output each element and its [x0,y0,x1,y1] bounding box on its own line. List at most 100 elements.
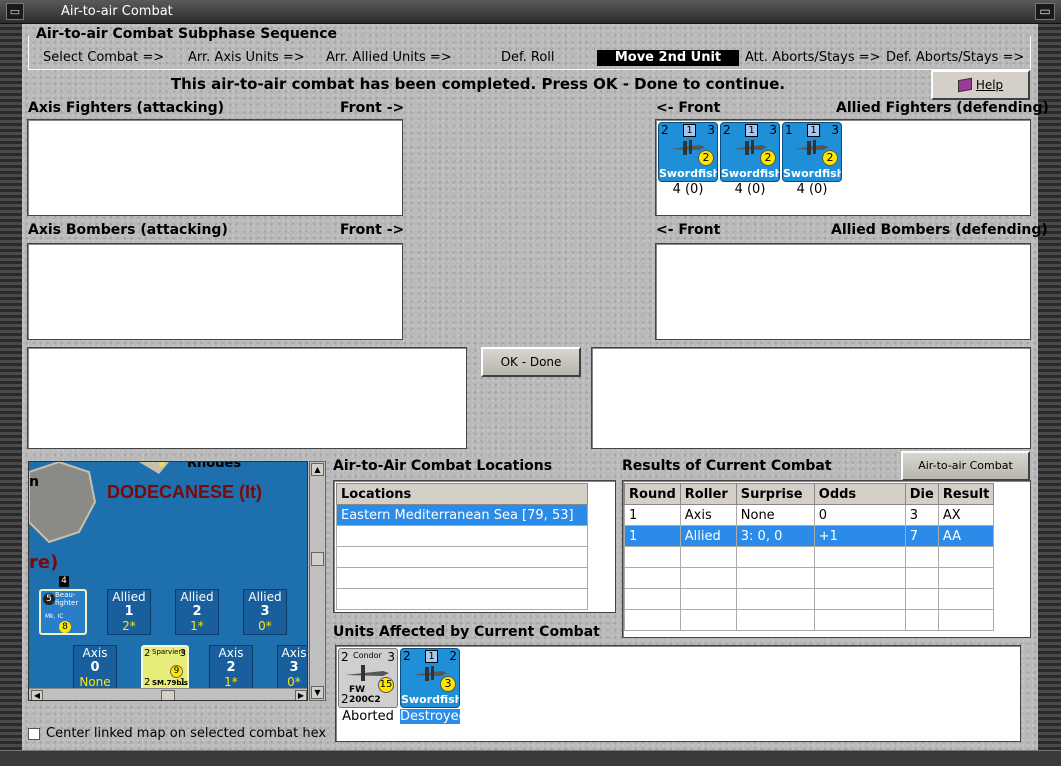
table-row[interactable]: 1 Allied 3: 0, 0 +1 7 AA [624,525,995,547]
empty-cell [336,546,588,568]
col-result[interactable]: Result [937,483,995,505]
counter-token: 8 [59,621,71,633]
cell-roller: Allied [679,525,737,547]
unit-counter[interactable]: 1 1 3 2 Swordfish [782,122,842,182]
counter-name: Swordfish [659,167,717,180]
scroll-left-arrow-icon[interactable]: ◀ [31,690,43,700]
center-linked-label: Center linked map on selected combat hex [46,726,327,741]
allied-info-box [591,347,1031,449]
slot-title: Axis [218,646,244,660]
counter-right-value: 3 [769,123,777,137]
counter-left-value: 2 [341,650,349,664]
slot-value: 0 [90,660,100,675]
empty-cell [336,525,588,547]
scroll-up-arrow-icon[interactable]: ▲ [311,463,324,476]
slot-value: 1 [124,604,134,619]
allied-bombers-front-label: <- Front [656,222,721,238]
results-table-box[interactable]: Round Roller Surprise Odds Die Result 1 … [622,480,1031,638]
vscroll-thumb[interactable] [311,552,324,566]
hex-number: 4 [59,576,69,587]
table-row[interactable]: 1 Axis None 0 3 AX [624,504,995,526]
slot-value: 3 [260,604,270,619]
counter-token: 2 [698,150,714,166]
combat-chart-button[interactable]: Air-to-air Combat Chart [901,451,1030,498]
allied-slot-1[interactable]: Allied 1 2* [107,589,151,635]
map-hscrollbar[interactable]: ◀ ▶ [29,688,307,700]
beaufighter-counter[interactable]: 5 Beau-fighter Mk. IC 8 [39,589,87,635]
counter-name: Condor [353,651,382,660]
col-roller[interactable]: Roller [679,483,737,505]
status-message: This air-to-air combat has been complete… [170,75,786,93]
empty-cell [336,588,588,610]
counter-name: Swordfish [401,693,459,706]
counter-badge: 5 [43,593,55,605]
counter-mid-value: 1 [807,124,820,137]
slot-sub: None [79,675,111,689]
counter-name: Swordfish [721,167,779,180]
locations-title: Air-to-Air Combat Locations [333,458,553,474]
scroll-right-arrow-icon[interactable]: ▶ [295,690,307,700]
close-button[interactable]: ▭ [1035,3,1055,20]
col-round[interactable]: Round [624,483,681,505]
system-menu-button[interactable]: ▭ [6,3,24,20]
location-row[interactable]: Eastern Mediterranean Sea [79, 53] [336,504,588,526]
counter-right-value: 3 [387,650,395,664]
slot-value: 2 [226,660,236,675]
linked-map[interactable]: Rhodes n DODECANESE (It) re) 4 5 Beau-fi… [28,461,308,701]
step-att-aborts: Att. Aborts/Stays => [745,50,881,65]
hscroll-thumb[interactable] [161,690,175,700]
axis-bombers-box[interactable] [27,243,403,340]
map-region-label: DODECANESE (It) [107,482,263,502]
step-arr-allied: Arr. Allied Units => [326,50,452,65]
dialog-window: ▭ Air-to-air Combat ▭ Air-to-air Combat … [0,0,1061,766]
counter-bottom-left: 2 [144,677,151,688]
axis-fighters-label: Axis Fighters (attacking) [28,100,224,116]
cell-die: 7 [904,525,939,547]
axis-slot-3[interactable]: Axis 3 0* [277,645,307,691]
swordfish-counter[interactable]: 2 1 2 3 Swordfish [400,648,460,708]
cell-round: 1 [624,504,681,526]
col-odds[interactable]: Odds [813,483,906,505]
center-linked-checkbox[interactable] [28,728,40,740]
counter-right-value: 3 [707,123,715,137]
col-surprise[interactable]: Surprise [735,483,815,505]
location-cell: Eastern Mediterranean Sea [79, 53] [336,504,588,526]
unit-counter[interactable]: 2 1 3 2 Swordfish [658,122,718,182]
counter-token: 3 [440,676,456,692]
map-vscrollbar[interactable]: ▲ ▼ [309,461,326,701]
cell-round: 1 [624,525,681,547]
unit-strength: 4 (0) [734,182,766,197]
axis-slot-2[interactable]: Axis 2 1* [209,645,253,691]
counter-bottom-right: 1 [179,677,186,688]
slot-title: Axis [281,646,307,660]
unit-status-aborted: Aborted [342,709,394,724]
counter-left-value: 2 [144,648,151,659]
sparviero-counter[interactable]: 2 Sparviero 3 9 2 SM.79bis 1 [141,645,189,691]
counter-name: Swordfish [783,167,841,180]
col-die[interactable]: Die [904,483,939,505]
slot-sub: 0* [258,619,272,633]
ok-done-button[interactable]: OK - Done [481,347,581,377]
cell-roller: Axis [679,504,737,526]
counter-right-value: 3 [179,648,186,659]
help-button[interactable]: Help [931,70,1030,100]
allied-slot-3[interactable]: Allied 3 0* [243,589,287,635]
axis-slot-0[interactable]: Axis 0 None [73,645,117,691]
locations-header[interactable]: Locations [336,483,588,505]
counter-right-value: 3 [831,123,839,137]
cell-surprise: None [735,504,815,526]
unit-counter[interactable]: 2 1 3 2 Swordfish [720,122,780,182]
cell-odds: 0 [813,504,906,526]
slot-title: Axis [82,646,108,660]
allied-slot-2[interactable]: Allied 2 1* [175,589,219,635]
allied-bombers-box[interactable] [655,243,1031,340]
cell-die: 3 [904,504,939,526]
help-book-icon [957,77,972,93]
condor-counter[interactable]: 2 Condor 3 15 2 FW 200C2 [338,648,398,708]
locations-list[interactable]: Locations Eastern Mediterranean Sea [79,… [333,480,616,613]
phase-title: Air-to-air Combat Subphase Sequence [36,26,338,42]
counter-type: Mk. IC [45,613,64,620]
axis-fighters-box[interactable] [27,119,403,216]
results-title: Results of Current Combat [622,458,832,474]
scroll-down-arrow-icon[interactable]: ▼ [311,686,324,699]
